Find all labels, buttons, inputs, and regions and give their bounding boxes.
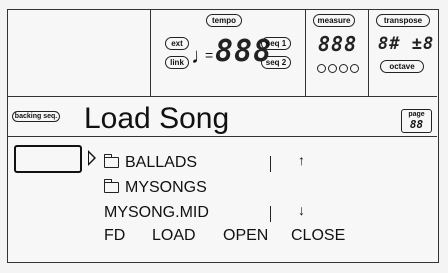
list-item[interactable]: MYSONGS bbox=[104, 179, 207, 197]
list-item-label: MYSONGS bbox=[125, 179, 207, 196]
beat-indicator bbox=[317, 60, 361, 78]
scroll-down-icon[interactable]: ↓ bbox=[298, 202, 305, 218]
folder-icon bbox=[104, 154, 119, 168]
page-title: Load Song bbox=[84, 102, 230, 135]
tempo-label: tempo bbox=[206, 14, 242, 27]
scroll-up-icon[interactable]: ↑ bbox=[298, 152, 305, 168]
seq2-indicator: seq 2 bbox=[261, 56, 291, 69]
close-softkey[interactable]: CLOSE bbox=[291, 227, 345, 245]
ext-indicator: ext bbox=[165, 37, 189, 50]
mode-badge: backing seq. bbox=[12, 111, 60, 122]
display-frame: tempo ext link ♩ = 888 seq 1 seq 2 measu… bbox=[7, 9, 439, 263]
list-item-label: BALLADS bbox=[125, 154, 198, 171]
open-softkey[interactable]: OPEN bbox=[223, 227, 268, 245]
divider bbox=[368, 10, 369, 96]
transpose-display: 8# ±8 bbox=[378, 34, 435, 54]
octave-label: octave bbox=[380, 60, 424, 73]
list-item[interactable]: BALLADS bbox=[104, 154, 197, 172]
list-item[interactable]: MYSONG.MID bbox=[104, 204, 209, 222]
page-indicator: page 88 bbox=[401, 109, 432, 133]
status-header: tempo ext link ♩ = 888 seq 1 seq 2 measu… bbox=[8, 10, 437, 97]
separator bbox=[8, 136, 437, 137]
list-item-label: MYSONG.MID bbox=[104, 204, 209, 221]
scroll-bar-segment bbox=[270, 206, 271, 222]
folder-icon bbox=[104, 179, 119, 193]
fd-softkey[interactable]: FD bbox=[104, 227, 125, 245]
seq1-indicator: seq 1 bbox=[261, 37, 291, 50]
link-indicator: link bbox=[165, 56, 189, 69]
equals-sign: = bbox=[205, 47, 214, 63]
scroll-bar-segment bbox=[270, 156, 271, 172]
measure-label: measure bbox=[313, 14, 355, 27]
load-softkey[interactable]: LOAD bbox=[152, 227, 196, 245]
measure-display: 888 bbox=[318, 32, 358, 56]
divider bbox=[150, 10, 151, 96]
divider bbox=[305, 10, 306, 96]
selection-arrow-icon bbox=[88, 150, 96, 166]
transpose-label: transpose bbox=[376, 14, 430, 27]
selection-cursor[interactable] bbox=[14, 145, 82, 173]
page-value: 88 bbox=[409, 118, 424, 131]
